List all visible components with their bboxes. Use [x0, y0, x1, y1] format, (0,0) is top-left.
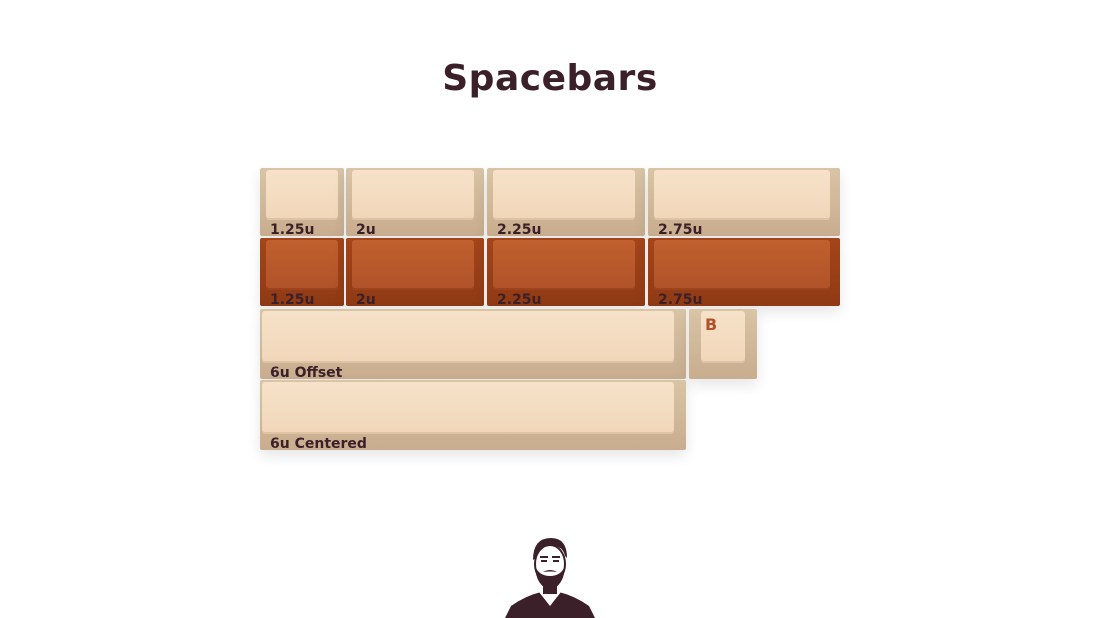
keycap-legend: 2.75u	[658, 292, 703, 308]
keycap-legend: 2.75u	[658, 222, 703, 238]
keycap-legend: 2.25u	[497, 292, 542, 308]
keycap-legend: 2.25u	[497, 222, 542, 238]
keycap-cream-2-25u: 2.25u	[487, 168, 645, 238]
spacebar-legend: 6u Centered	[270, 436, 367, 452]
page-title: Spacebars	[442, 58, 658, 99]
keycap-legend: 1.25u	[270, 222, 315, 238]
keycap-orange-2-75u: 2.75u	[648, 238, 840, 308]
keycap-cream-1-25u: 1.25u	[260, 168, 344, 238]
spacebar-6u-centered: 6u Centered	[260, 380, 686, 452]
keycap-legend: 1.25u	[270, 292, 315, 308]
spacebar-6u-offset: 6u Offset	[260, 309, 686, 381]
keycap-b: B	[689, 309, 757, 379]
keycap-legend: 2u	[356, 292, 376, 308]
keycap-cream-2-75u: 2.75u	[648, 168, 840, 238]
keycap-orange-2-25u: 2.25u	[487, 238, 645, 308]
bearded-man-logo-icon	[505, 538, 595, 618]
keycap-orange-2u: 2u	[346, 238, 484, 308]
keycap-legend: 2u	[356, 222, 376, 238]
b-key-legend: B	[705, 315, 718, 334]
spacebar-legend: 6u Offset	[270, 365, 343, 381]
keycap-orange-1-25u: 1.25u	[260, 238, 344, 308]
keycap-cream-2u: 2u	[346, 168, 484, 238]
